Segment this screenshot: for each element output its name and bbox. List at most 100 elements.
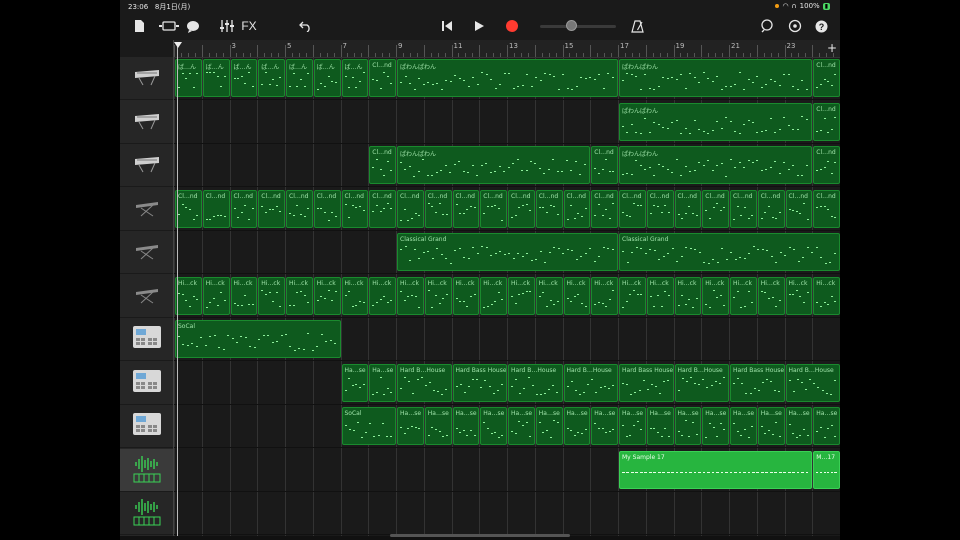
track-header-8[interactable] <box>120 362 173 405</box>
track-header-5[interactable] <box>120 231 173 274</box>
playhead[interactable] <box>177 42 178 540</box>
midi-region[interactable]: Ha…se <box>730 407 757 445</box>
midi-region[interactable]: Hard B…House <box>397 363 452 402</box>
midi-region[interactable]: Hi…ck <box>369 276 396 315</box>
midi-region[interactable]: Hard B…House <box>785 363 840 402</box>
midi-region[interactable]: Cl…nd <box>591 189 618 228</box>
midi-region[interactable]: ば…ん <box>286 59 313 97</box>
midi-region[interactable]: Cl…nd <box>341 189 369 228</box>
midi-region[interactable]: Hi…ck <box>535 276 563 315</box>
record-button[interactable] <box>503 17 521 35</box>
midi-region[interactable]: ば…ん <box>202 59 230 97</box>
track-header-6[interactable] <box>120 275 173 318</box>
midi-region[interactable]: Hi…ck <box>730 276 757 315</box>
midi-region[interactable]: ば…ん <box>313 59 341 97</box>
midi-region[interactable]: Cl…nd <box>702 189 729 228</box>
midi-region[interactable]: Hard Bass House <box>452 363 507 402</box>
midi-region[interactable]: Cl…nd <box>591 146 618 184</box>
midi-region[interactable]: Hi…ck <box>785 276 813 315</box>
midi-region[interactable]: Hi…ck <box>508 276 535 315</box>
midi-region[interactable]: Hi…ck <box>591 276 618 315</box>
midi-region[interactable]: ぱわんぱわん <box>619 146 813 184</box>
midi-region[interactable]: ぱわんぱわん <box>397 146 591 184</box>
master-volume-slider[interactable] <box>540 25 616 28</box>
timeline-ruler[interactable]: 3 5 7 9 11 13 15 17 19 21 23 + <box>174 40 840 58</box>
midi-region[interactable]: Ha…se <box>591 407 618 445</box>
midi-region[interactable]: Cl…nd <box>313 189 341 228</box>
midi-region[interactable]: Cl…nd <box>813 59 840 97</box>
midi-region[interactable]: Hi…ck <box>258 276 285 315</box>
midi-region[interactable]: Hi…ck <box>230 276 258 315</box>
midi-region[interactable]: Hi…ck <box>175 276 202 315</box>
midi-region[interactable]: Cl…nd <box>785 189 813 228</box>
midi-region[interactable]: Cl…nd <box>286 189 313 228</box>
track-header-10[interactable] <box>120 448 173 492</box>
midi-region[interactable]: Ha…se <box>674 407 702 445</box>
midi-region[interactable]: Cl…nd <box>258 189 285 228</box>
midi-region[interactable]: ば…ん <box>175 59 202 97</box>
horizontal-scrollbar[interactable] <box>390 534 570 537</box>
midi-region[interactable]: Hi…ck <box>646 276 674 315</box>
track-header-11[interactable] <box>120 492 173 535</box>
audio-region[interactable]: M…17 <box>813 450 840 489</box>
midi-region[interactable]: Hi…ck <box>424 276 452 315</box>
midi-region[interactable]: Cl…nd <box>369 59 396 97</box>
midi-region[interactable]: Hi…ck <box>563 276 591 315</box>
midi-region[interactable]: Ha…se <box>813 407 840 445</box>
tracks-area[interactable]: ば…ん ば…ん ば…ん ば…ん ば…ん ば…ん ば…ん Cl…nd ぱわんぱわん ぱわんぱわん Cl… <box>174 57 840 540</box>
midi-region[interactable]: Hard B…House <box>563 363 618 402</box>
audio-region[interactable]: My Sample 17 <box>619 450 813 489</box>
midi-region[interactable]: Cl…nd <box>508 189 535 228</box>
midi-region[interactable]: Hi…ck <box>757 276 785 315</box>
midi-region[interactable]: Ha…se <box>341 363 369 402</box>
midi-region[interactable]: Ha…se <box>424 407 452 445</box>
midi-region[interactable]: Cl…nd <box>369 146 396 184</box>
midi-region[interactable]: Hi…ck <box>480 276 507 315</box>
midi-region[interactable]: Cl…nd <box>813 102 840 141</box>
midi-region[interactable]: Hard Bass House <box>730 363 785 402</box>
track-header-9[interactable] <box>120 405 173 448</box>
midi-region[interactable]: Hi…ck <box>702 276 729 315</box>
midi-region[interactable]: Cl…nd <box>424 189 452 228</box>
loop-browser-button[interactable] <box>758 17 776 35</box>
midi-region[interactable]: Cl…nd <box>646 189 674 228</box>
midi-region[interactable]: Hard B…House <box>508 363 563 402</box>
midi-region[interactable]: ば…ん <box>230 59 258 97</box>
midi-region[interactable]: Hard B…House <box>674 363 729 402</box>
midi-region[interactable]: Cl…nd <box>369 189 396 228</box>
midi-region[interactable]: SoCal <box>341 407 396 445</box>
help-button[interactable]: ? <box>812 17 830 35</box>
midi-region[interactable]: Hi…ck <box>452 276 480 315</box>
playhead-handle[interactable] <box>174 42 182 48</box>
track-header-7[interactable] <box>120 318 173 361</box>
midi-region[interactable]: Classical Grand <box>397 233 618 271</box>
midi-region[interactable]: ぱわんぱわん <box>397 59 618 97</box>
midi-region[interactable]: Cl…nd <box>202 189 230 228</box>
midi-region[interactable]: Cl…nd <box>674 189 702 228</box>
midi-region[interactable]: Ha…se <box>369 363 396 402</box>
midi-region[interactable]: Cl…nd <box>619 189 646 228</box>
midi-region[interactable]: Hi…ck <box>286 276 313 315</box>
track-header-1[interactable] <box>120 57 173 100</box>
midi-region[interactable]: Ha…se <box>535 407 563 445</box>
midi-region[interactable]: Hi…ck <box>813 276 840 315</box>
my-songs-button[interactable] <box>130 17 148 35</box>
midi-region[interactable]: Cl…nd <box>397 189 424 228</box>
midi-region[interactable]: Cl…nd <box>452 189 480 228</box>
midi-region[interactable]: Cl…nd <box>813 146 840 184</box>
midi-region[interactable]: ぱわんぱわん <box>619 102 813 141</box>
fx-button[interactable]: FX <box>240 17 258 35</box>
midi-region[interactable]: ば…ん <box>341 59 369 97</box>
track-header-3[interactable] <box>120 144 173 187</box>
midi-region[interactable]: Cl…nd <box>230 189 258 228</box>
midi-region[interactable]: Cl…nd <box>563 189 591 228</box>
midi-region[interactable]: Hard Bass House <box>619 363 674 402</box>
midi-region[interactable]: Hi…ck <box>202 276 230 315</box>
settings-button[interactable] <box>786 17 804 35</box>
midi-region[interactable]: Ha…se <box>619 407 646 445</box>
track-lane[interactable] <box>174 492 840 535</box>
smart-help-button[interactable] <box>184 17 202 35</box>
undo-button[interactable] <box>296 17 314 35</box>
midi-region[interactable]: Cl…nd <box>757 189 785 228</box>
midi-region[interactable]: Cl…nd <box>813 189 840 228</box>
